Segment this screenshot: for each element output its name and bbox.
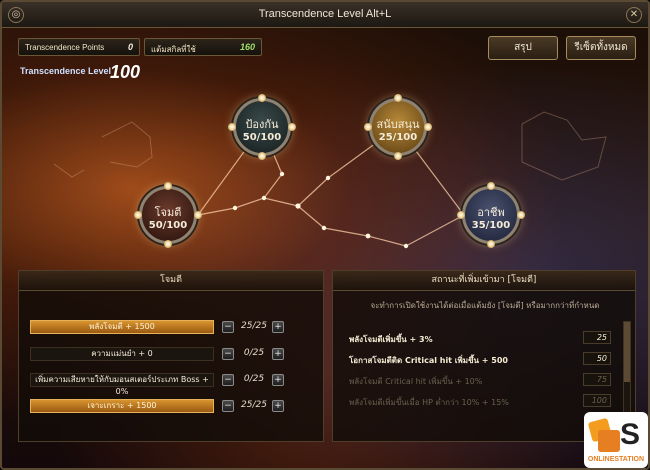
skill-bar[interactable]: ความแม่นยำ + 0 — [30, 347, 214, 361]
defense-node-value: 50/100 — [242, 132, 282, 143]
stat-bonus-text: พลังโจมตีเพิ่มขึ้นเมื่อ HP ต่ำกว่า 10% +… — [349, 398, 509, 407]
skill-row: เพิ่มความเสียหายให้กับมอนสเตอร์ประเภท Bo… — [30, 373, 302, 396]
stat-bonus-line: พลังโจมตีเพิ่มขึ้น + 3% 25 — [349, 331, 613, 345]
skill-count: 25/25 — [241, 400, 267, 410]
star-pin-icon — [517, 211, 525, 219]
skill-count: 0/25 — [243, 348, 265, 358]
logo-letter: S — [620, 418, 641, 451]
stat-bonus-text: พลังโจมตีเพิ่มขึ้น + 3% — [349, 335, 433, 344]
job-node-name: อาชีพ — [477, 206, 505, 219]
star-pin-icon — [364, 123, 372, 131]
star-pin-icon — [258, 94, 266, 102]
support-node-value: 25/100 — [378, 132, 418, 143]
stat-bonus-line: พลังโจมตี Critical hit เพิ่มขึ้น + 10% 7… — [349, 373, 613, 387]
skill-bar[interactable]: พลังโจมตี + 1500 — [30, 320, 214, 334]
star-pin-icon — [164, 240, 172, 248]
star-pin-icon — [164, 182, 172, 190]
logo-shape — [598, 430, 620, 452]
star-pin-icon — [228, 123, 236, 131]
stat-bonus-requirement: 100 — [583, 394, 611, 407]
job-node-value: 35/100 — [471, 220, 511, 231]
attack-node-value: 50/100 — [148, 220, 188, 231]
onlinestation-logo: S ONLINESTATION — [584, 412, 648, 468]
star-pin-icon — [134, 211, 142, 219]
stat-bonus-text: พลังโจมตี Critical hit เพิ่มขึ้น + 10% — [349, 377, 483, 386]
stat-bonus-panel-title: สถานะที่เพิ่มเข้ามา [โจมตี] — [333, 271, 635, 291]
minus-button[interactable]: − — [222, 321, 234, 333]
star-pin-icon — [424, 123, 432, 131]
minus-button[interactable]: − — [222, 400, 234, 412]
skill-panel-title: โจมตี — [19, 271, 323, 291]
support-node-name: สนับสนุน — [376, 118, 420, 131]
defense-node-name: ป้องกัน — [245, 118, 279, 131]
star-pin-icon — [194, 211, 202, 219]
stat-bonus-description: จะทำการเปิดใช้งานได้ต่อเมื่อแต้มยัง [โจม… — [370, 301, 600, 310]
skill-row: พลังโจมตี + 1500 − 25/25 + — [30, 320, 302, 334]
minus-button[interactable]: − — [222, 374, 234, 386]
skill-count: 0/25 — [243, 374, 265, 384]
stat-bonus-text: โอกาสโจมตีติด Critical hit เพิ่มขึ้น + 5… — [349, 356, 508, 365]
job-node[interactable]: อาชีพ 35/100 — [462, 186, 520, 244]
star-pin-icon — [258, 152, 266, 160]
plus-button[interactable]: + — [272, 348, 284, 360]
star-pin-icon — [487, 240, 495, 248]
plus-button[interactable]: + — [272, 374, 284, 386]
plus-button[interactable]: + — [272, 400, 284, 412]
skill-row: ความแม่นยำ + 0 − 0/25 + — [30, 347, 302, 361]
star-pin-icon — [288, 123, 296, 131]
skill-bar[interactable]: เพิ่มความเสียหายให้กับมอนสเตอร์ประเภท Bo… — [30, 373, 214, 396]
scroll-thumb[interactable] — [624, 322, 630, 382]
stat-bonus-line: พลังโจมตีเพิ่มขึ้นเมื่อ HP ต่ำกว่า 10% +… — [349, 394, 613, 408]
support-node[interactable]: สนับสนุน 25/100 — [369, 98, 427, 156]
star-pin-icon — [394, 152, 402, 160]
star-pin-icon — [394, 94, 402, 102]
skill-bar[interactable]: เจาะเกราะ + 1500 — [30, 399, 214, 413]
stat-bonus-requirement: 25 — [583, 331, 611, 344]
stat-bonus-requirement: 50 — [583, 352, 611, 365]
stat-bonus-requirement: 75 — [583, 373, 611, 386]
attack-node[interactable]: โจมตี 50/100 — [139, 186, 197, 244]
star-pin-icon — [457, 211, 465, 219]
defense-node[interactable]: ป้องกัน 50/100 — [233, 98, 291, 156]
stat-bonus-line: โอกาสโจมตีติด Critical hit เพิ่มขึ้น + 5… — [349, 352, 613, 366]
logo-text: ONLINESTATION — [587, 456, 645, 463]
plus-button[interactable]: + — [272, 321, 284, 333]
skill-row: เจาะเกราะ + 1500 − 25/25 + — [30, 399, 302, 413]
star-pin-icon — [487, 182, 495, 190]
minus-button[interactable]: − — [222, 348, 234, 360]
attack-node-name: โจมตี — [154, 206, 182, 219]
skill-count: 25/25 — [241, 321, 267, 331]
transcendence-window: ◎ Transcendence Level Alt+L ✕ Transcende… — [0, 0, 650, 470]
